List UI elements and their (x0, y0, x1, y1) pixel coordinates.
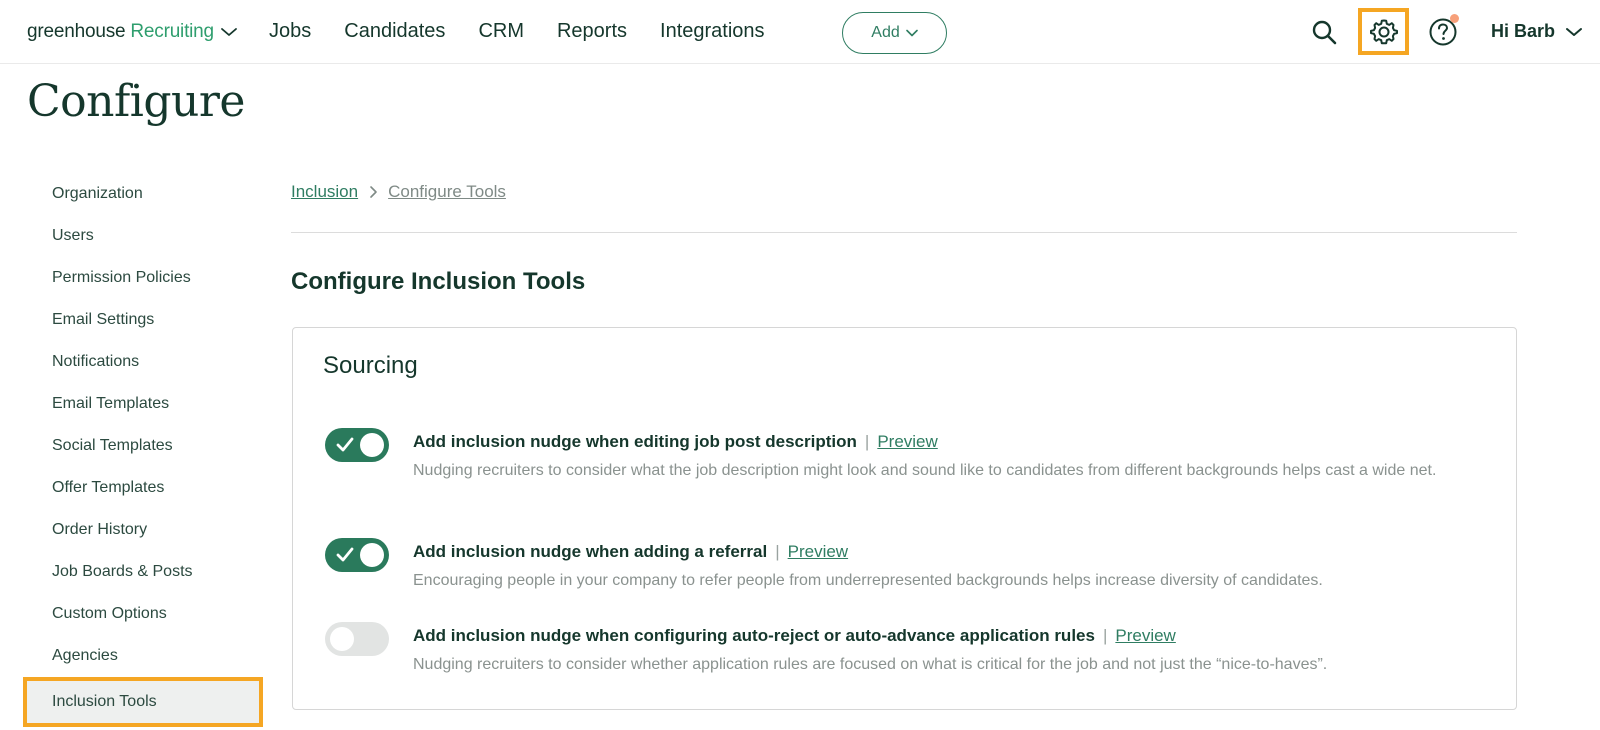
sidebar-item-job-boards-posts[interactable]: Job Boards & Posts (27, 551, 259, 593)
nav-link-reports[interactable]: Reports (557, 20, 627, 43)
sidebar-item-social-templates[interactable]: Social Templates (27, 425, 259, 467)
chevron-right-icon (368, 185, 378, 199)
add-button-label: Add (871, 24, 899, 42)
search-button[interactable] (1308, 16, 1340, 48)
section-title: Configure Inclusion Tools (291, 268, 585, 296)
sidebar-item-permission-policies[interactable]: Permission Policies (27, 257, 259, 299)
sidebar-item-users[interactable]: Users (27, 215, 259, 257)
user-greeting: Hi Barb (1491, 21, 1555, 42)
top-navigation: greenhouse Recruiting Jobs Candidates CR… (0, 0, 1600, 64)
setting-text: Add inclusion nudge when adding a referr… (413, 542, 1483, 594)
setting-description: Encouraging people in your company to re… (413, 568, 1483, 594)
chevron-down-icon (220, 22, 238, 44)
breadcrumb-link-inclusion[interactable]: Inclusion (291, 182, 358, 202)
toggle-referral-nudge[interactable] (325, 538, 389, 572)
product-switcher[interactable]: greenhouse Recruiting (27, 20, 238, 44)
sidebar-item-order-history[interactable]: Order History (27, 509, 259, 551)
sidebar-item-offer-templates[interactable]: Offer Templates (27, 467, 259, 509)
settings-sidebar: Organization Users Permission Policies E… (27, 173, 259, 723)
toggle-knob (360, 543, 384, 567)
separator: | (775, 542, 779, 562)
preview-link[interactable]: Preview (1115, 626, 1175, 646)
toggle-application-rules-nudge[interactable] (325, 622, 389, 656)
toggle-knob (360, 433, 384, 457)
sourcing-card: Sourcing Add inclusion nudge when editin… (292, 327, 1517, 710)
nav-link-crm[interactable]: CRM (478, 20, 524, 43)
nav-link-candidates[interactable]: Candidates (344, 20, 445, 43)
divider (291, 232, 1517, 233)
settings-button[interactable] (1358, 8, 1409, 55)
nav-link-jobs[interactable]: Jobs (269, 20, 311, 43)
sidebar-item-agencies[interactable]: Agencies (27, 635, 259, 677)
sidebar-item-email-templates[interactable]: Email Templates (27, 383, 259, 425)
setting-title: Add inclusion nudge when configuring aut… (413, 626, 1483, 646)
setting-title-text: Add inclusion nudge when configuring aut… (413, 626, 1095, 646)
toggle-job-post-nudge[interactable] (325, 428, 389, 462)
setting-text: Add inclusion nudge when configuring aut… (413, 626, 1483, 678)
separator: | (865, 432, 869, 452)
user-menu[interactable]: Hi Barb (1491, 21, 1583, 42)
page-title: Configure (27, 76, 245, 127)
setting-title: Add inclusion nudge when editing job pos… (413, 432, 1483, 452)
toggle-knob (330, 627, 354, 651)
chevron-down-icon (906, 29, 918, 37)
logo-product-name: Recruiting (130, 21, 214, 43)
setting-title-text: Add inclusion nudge when editing job pos… (413, 432, 857, 452)
card-title: Sourcing (323, 352, 418, 380)
sidebar-item-organization[interactable]: Organization (27, 173, 259, 215)
setting-title: Add inclusion nudge when adding a referr… (413, 542, 1483, 562)
notification-dot (1450, 14, 1459, 23)
setting-title-text: Add inclusion nudge when adding a referr… (413, 542, 767, 562)
help-button[interactable] (1425, 14, 1461, 50)
checkmark-icon (336, 547, 354, 563)
preview-link[interactable]: Preview (877, 432, 937, 452)
breadcrumb: Inclusion Configure Tools (291, 182, 506, 202)
nav-link-integrations[interactable]: Integrations (660, 20, 765, 43)
sidebar-item-inclusion-tools[interactable]: Inclusion Tools (27, 681, 259, 723)
setting-text: Add inclusion nudge when editing job pos… (413, 432, 1483, 484)
sidebar-item-email-settings[interactable]: Email Settings (27, 299, 259, 341)
separator: | (1103, 626, 1107, 646)
main-nav-links: Jobs Candidates CRM Reports Integrations (269, 20, 798, 43)
search-icon (1311, 19, 1337, 45)
breadcrumb-current[interactable]: Configure Tools (388, 182, 506, 202)
preview-link[interactable]: Preview (788, 542, 848, 562)
chevron-down-icon (1565, 26, 1583, 38)
sidebar-item-custom-options[interactable]: Custom Options (27, 593, 259, 635)
checkmark-icon (336, 437, 354, 453)
gear-icon (1369, 17, 1399, 47)
setting-description: Nudging recruiters to consider whether a… (413, 652, 1483, 678)
add-button[interactable]: Add (842, 12, 947, 54)
setting-description: Nudging recruiters to consider what the … (413, 458, 1483, 484)
sidebar-item-notifications[interactable]: Notifications (27, 341, 259, 383)
logo-greenhouse: greenhouse (27, 21, 125, 43)
